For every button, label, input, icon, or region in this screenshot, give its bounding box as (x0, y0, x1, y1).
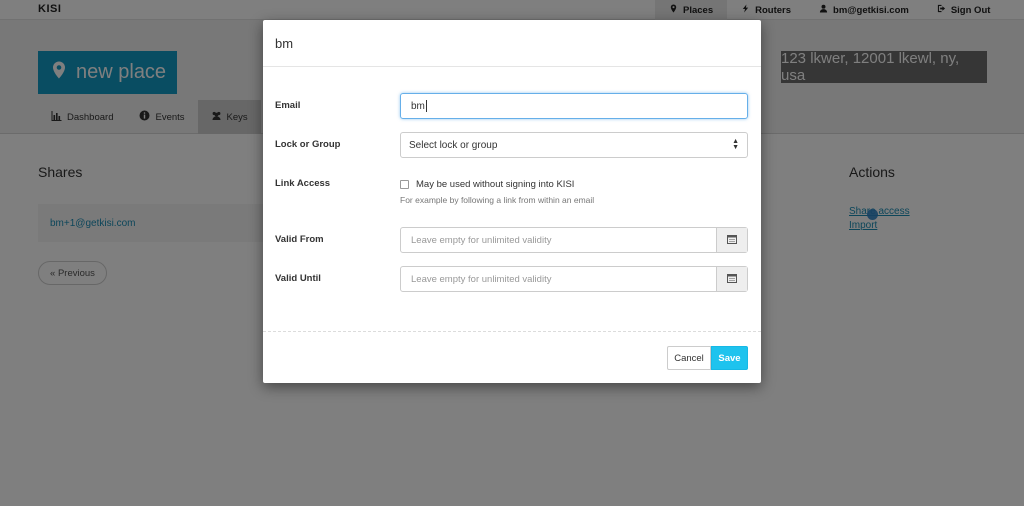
valid-from-label: Valid From (275, 234, 324, 245)
modal-footer: Cancel Save (263, 332, 761, 383)
select-arrows-icon: ▲ ▼ (732, 138, 739, 151)
text-caret (425, 100, 427, 112)
email-input-value: bm (411, 100, 425, 112)
lock-or-group-selected: Select lock or group (409, 139, 498, 151)
email-input[interactable]: bm (400, 93, 748, 119)
valid-until-label: Valid Until (275, 273, 321, 284)
calendar-icon (727, 270, 737, 288)
valid-from-input[interactable]: Leave empty for unlimited validity (401, 228, 716, 252)
cancel-button[interactable]: Cancel (667, 346, 711, 370)
valid-until-input[interactable]: Leave empty for unlimited validity (401, 267, 716, 291)
modal-title: bm (275, 36, 294, 51)
modal-body: Email bm Lock or Group Select lock or gr… (263, 67, 761, 332)
link-access-option[interactable]: May be used without signing into KISI (400, 179, 574, 190)
valid-until-field: Leave empty for unlimited validity (400, 266, 748, 292)
valid-from-calendar-button[interactable] (716, 228, 747, 252)
link-access-help: For example by following a link from wit… (400, 195, 595, 205)
save-button[interactable]: Save (711, 346, 748, 370)
link-access-checkbox-label[interactable]: May be used without signing into KISI (416, 179, 574, 190)
link-access-checkbox[interactable] (400, 180, 409, 189)
modal-header: bm (263, 20, 761, 67)
link-access-label: Link Access (275, 178, 331, 189)
valid-from-field: Leave empty for unlimited validity (400, 227, 748, 253)
lock-or-group-select[interactable]: Select lock or group ▲ ▼ (400, 132, 748, 158)
valid-until-calendar-button[interactable] (716, 267, 747, 291)
lock-or-group-label: Lock or Group (275, 139, 341, 150)
share-access-modal: bm Email bm Lock or Group Select lock or… (263, 20, 761, 383)
email-label: Email (275, 100, 301, 111)
calendar-icon (727, 231, 737, 249)
